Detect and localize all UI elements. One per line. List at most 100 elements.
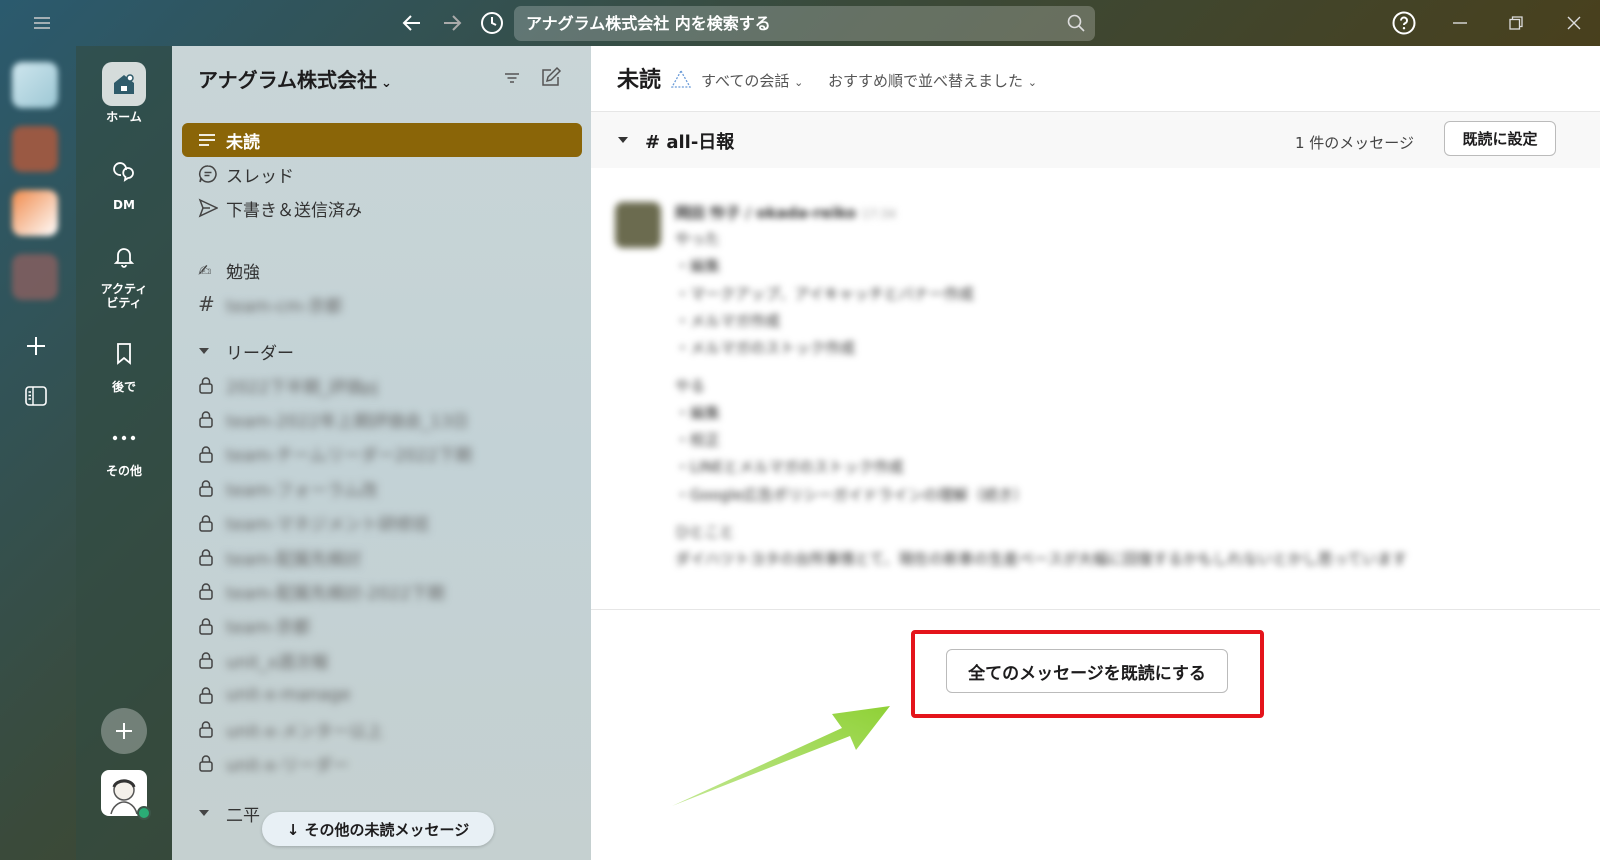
nav-home[interactable]: ホーム [76,62,172,124]
message-line: ダイハツトヨタの台所事情とて、現在の新車の生産ペースが大幅に回復するかもしれない… [675,550,1408,569]
online-status-dot [137,806,151,820]
channel-group-header: # all-日報 1 件のメッセージ 既読に設定 [591,112,1600,168]
lock-icon [198,582,226,601]
nav-activity[interactable]: アクティ ビティ [76,234,172,310]
workspace-2-icon[interactable] [12,126,58,172]
message-line: やる [675,376,706,395]
filter-all-conversations[interactable]: すべての会話 ⌄ [701,70,803,91]
menu-icon[interactable] [28,9,56,37]
sidebar-section-second-label: 二平 [226,805,260,826]
unread-list-icon [198,132,226,148]
sidebar-section-leader[interactable]: リーダー [182,334,582,368]
chevron-down-icon: ⌄ [381,76,392,91]
workspace-name-text: アナグラム株式会社 [198,68,377,92]
sidebar-private-channel[interactable]: team-2022年上期評価会_13日 [182,402,582,436]
nav-later-label: 後で [111,380,136,394]
create-button[interactable] [101,708,147,754]
more-unread-messages-button[interactable]: ↓ その他の未読メッセージ [262,812,494,846]
sidebar-private-channel[interactable]: team-配属先検討 [182,540,582,574]
sidebar-private-channel[interactable]: team-マネジメント研修班 [182,506,582,540]
message-count: 1 件のメッセージ [1295,134,1415,152]
message-line: ひとこと [675,523,735,541]
message-author-name: 岡田 怜子 / okada-reiko [675,204,857,222]
more-dots-icon [102,416,146,460]
sidebar-channel-study[interactable]: ✍ 勉強 [182,253,582,287]
message-avatar [615,202,661,248]
plus-icon [116,723,132,739]
sidebar-private-channel[interactable]: team-京都 [182,609,582,643]
lock-icon [198,548,226,566]
message-line: ・Google広告ポリシーガイドラインの理解（続き） [675,485,1028,504]
sidebar-private-channel[interactable]: unit-x-メンター以上 [182,712,582,746]
workspace-name[interactable]: アナグラム株式会社 ⌄ [198,64,392,93]
sidebar-item-threads-label: スレッド [226,166,294,187]
filter-icon[interactable] [502,68,526,92]
filter-all-label: すべての会話 [701,72,790,90]
channel-name[interactable]: # all-日報 [645,128,734,154]
title-bar: アナグラム株式会社 内を検索する [0,0,1600,46]
add-workspace-icon[interactable] [22,332,50,360]
nav-dm[interactable]: DM [76,150,172,212]
sidebar-private-channel-label: team-マネジメント研修班 [226,515,430,536]
bookmark-icon [102,332,146,376]
nav-later[interactable]: 後で [76,332,172,394]
sidebar-item-unread[interactable]: 未読 [182,123,582,157]
sort-dropdown[interactable]: おすすめ順で並べ替えました ⌄ [828,70,1037,91]
sparkle-triangle-icon [671,70,691,88]
sidebar-private-channel-label: 2022下半期_評価pj [226,377,379,398]
lock-icon [198,479,226,497]
sidebar-section-leader-label: リーダー [226,343,294,364]
sidebar-item-threads[interactable]: スレッド [182,157,582,191]
history-clock-icon[interactable] [478,9,506,37]
sidebar-private-channel-label: team-配属先検討 [226,549,362,570]
caret-down-icon [198,809,226,817]
compose-icon[interactable] [540,66,564,90]
sidebar-private-channel-label: team-2022年上期評価会_13日 [226,411,469,432]
nav-more[interactable]: その他 [76,416,172,478]
workspace-3-icon[interactable] [12,190,58,236]
message-line: ・メルマガ作成 [675,311,781,330]
lock-icon [198,376,226,394]
message-author: 岡田 怜子 / okada-reiko 17:34 [675,202,896,223]
back-arrow-icon[interactable] [398,9,426,37]
annotation-arrow [672,706,890,806]
sidebar-item-drafts-label: 下書き＆送信済み [226,200,362,221]
sidebar-channel-blurred[interactable]: # team-cm-京都 [182,287,582,321]
sidebar-private-channel-label: unit-x-メンター以上 [226,721,384,742]
main-header: 未読 すべての会話 ⌄ おすすめ順で並べ替えました ⌄ [591,46,1600,112]
sidebar-private-channel[interactable]: team-チームリーダー2022下期 [182,437,582,471]
highlight-annotation-box [911,630,1264,718]
sidebar-private-channel-label: unit-x-manage [226,684,351,705]
bell-icon [102,234,146,278]
sidebar-private-channel[interactable]: unit_x週次報 [182,643,582,677]
mark-read-button[interactable]: 既読に設定 [1444,121,1556,156]
lock-icon [198,514,226,532]
sidebar-channel-blurred-label: team-cm-京都 [226,296,343,317]
sidebar-private-channel[interactable]: team-配属先検討-2022下期 [182,574,582,608]
sidebar-private-channel[interactable]: unit-x-manage [182,678,582,712]
minimize-icon[interactable] [1446,9,1474,37]
help-icon[interactable] [1390,9,1418,37]
message-line: ・LINEとメルマガのストック作成 [675,458,904,477]
hash-icon: # [198,292,215,316]
workspace-4-icon[interactable] [12,254,58,300]
search-input[interactable]: アナグラム株式会社 内を検索する [514,6,1095,41]
sidebar-private-channel-label: team-京都 [226,618,311,639]
send-icon [198,198,226,218]
sidebar-private-channel[interactable]: 2022下半期_評価pj [182,368,582,402]
sidebar-private-channel[interactable]: unit-x-リーダー [182,746,582,780]
sidebar-private-channel[interactable]: team-フォーラム改 [182,471,582,505]
sidebar-item-drafts[interactable]: 下書き＆送信済み [182,191,582,225]
sidebar-item-unread-label: 未読 [226,132,260,153]
workspace-anagram-icon[interactable] [12,62,58,108]
sidebar-toggle-icon[interactable] [22,382,50,410]
forward-arrow-icon[interactable] [438,9,466,37]
caret-down-icon[interactable] [617,136,629,144]
user-avatar[interactable] [101,770,151,820]
sidebar-private-channel-label: team-フォーラム改 [226,480,378,501]
writing-hand-icon: ✍ [198,260,212,280]
nav-home-label: ホーム [106,110,142,124]
restore-icon[interactable] [1502,9,1530,37]
lock-icon [198,720,226,738]
close-icon[interactable] [1560,9,1588,37]
